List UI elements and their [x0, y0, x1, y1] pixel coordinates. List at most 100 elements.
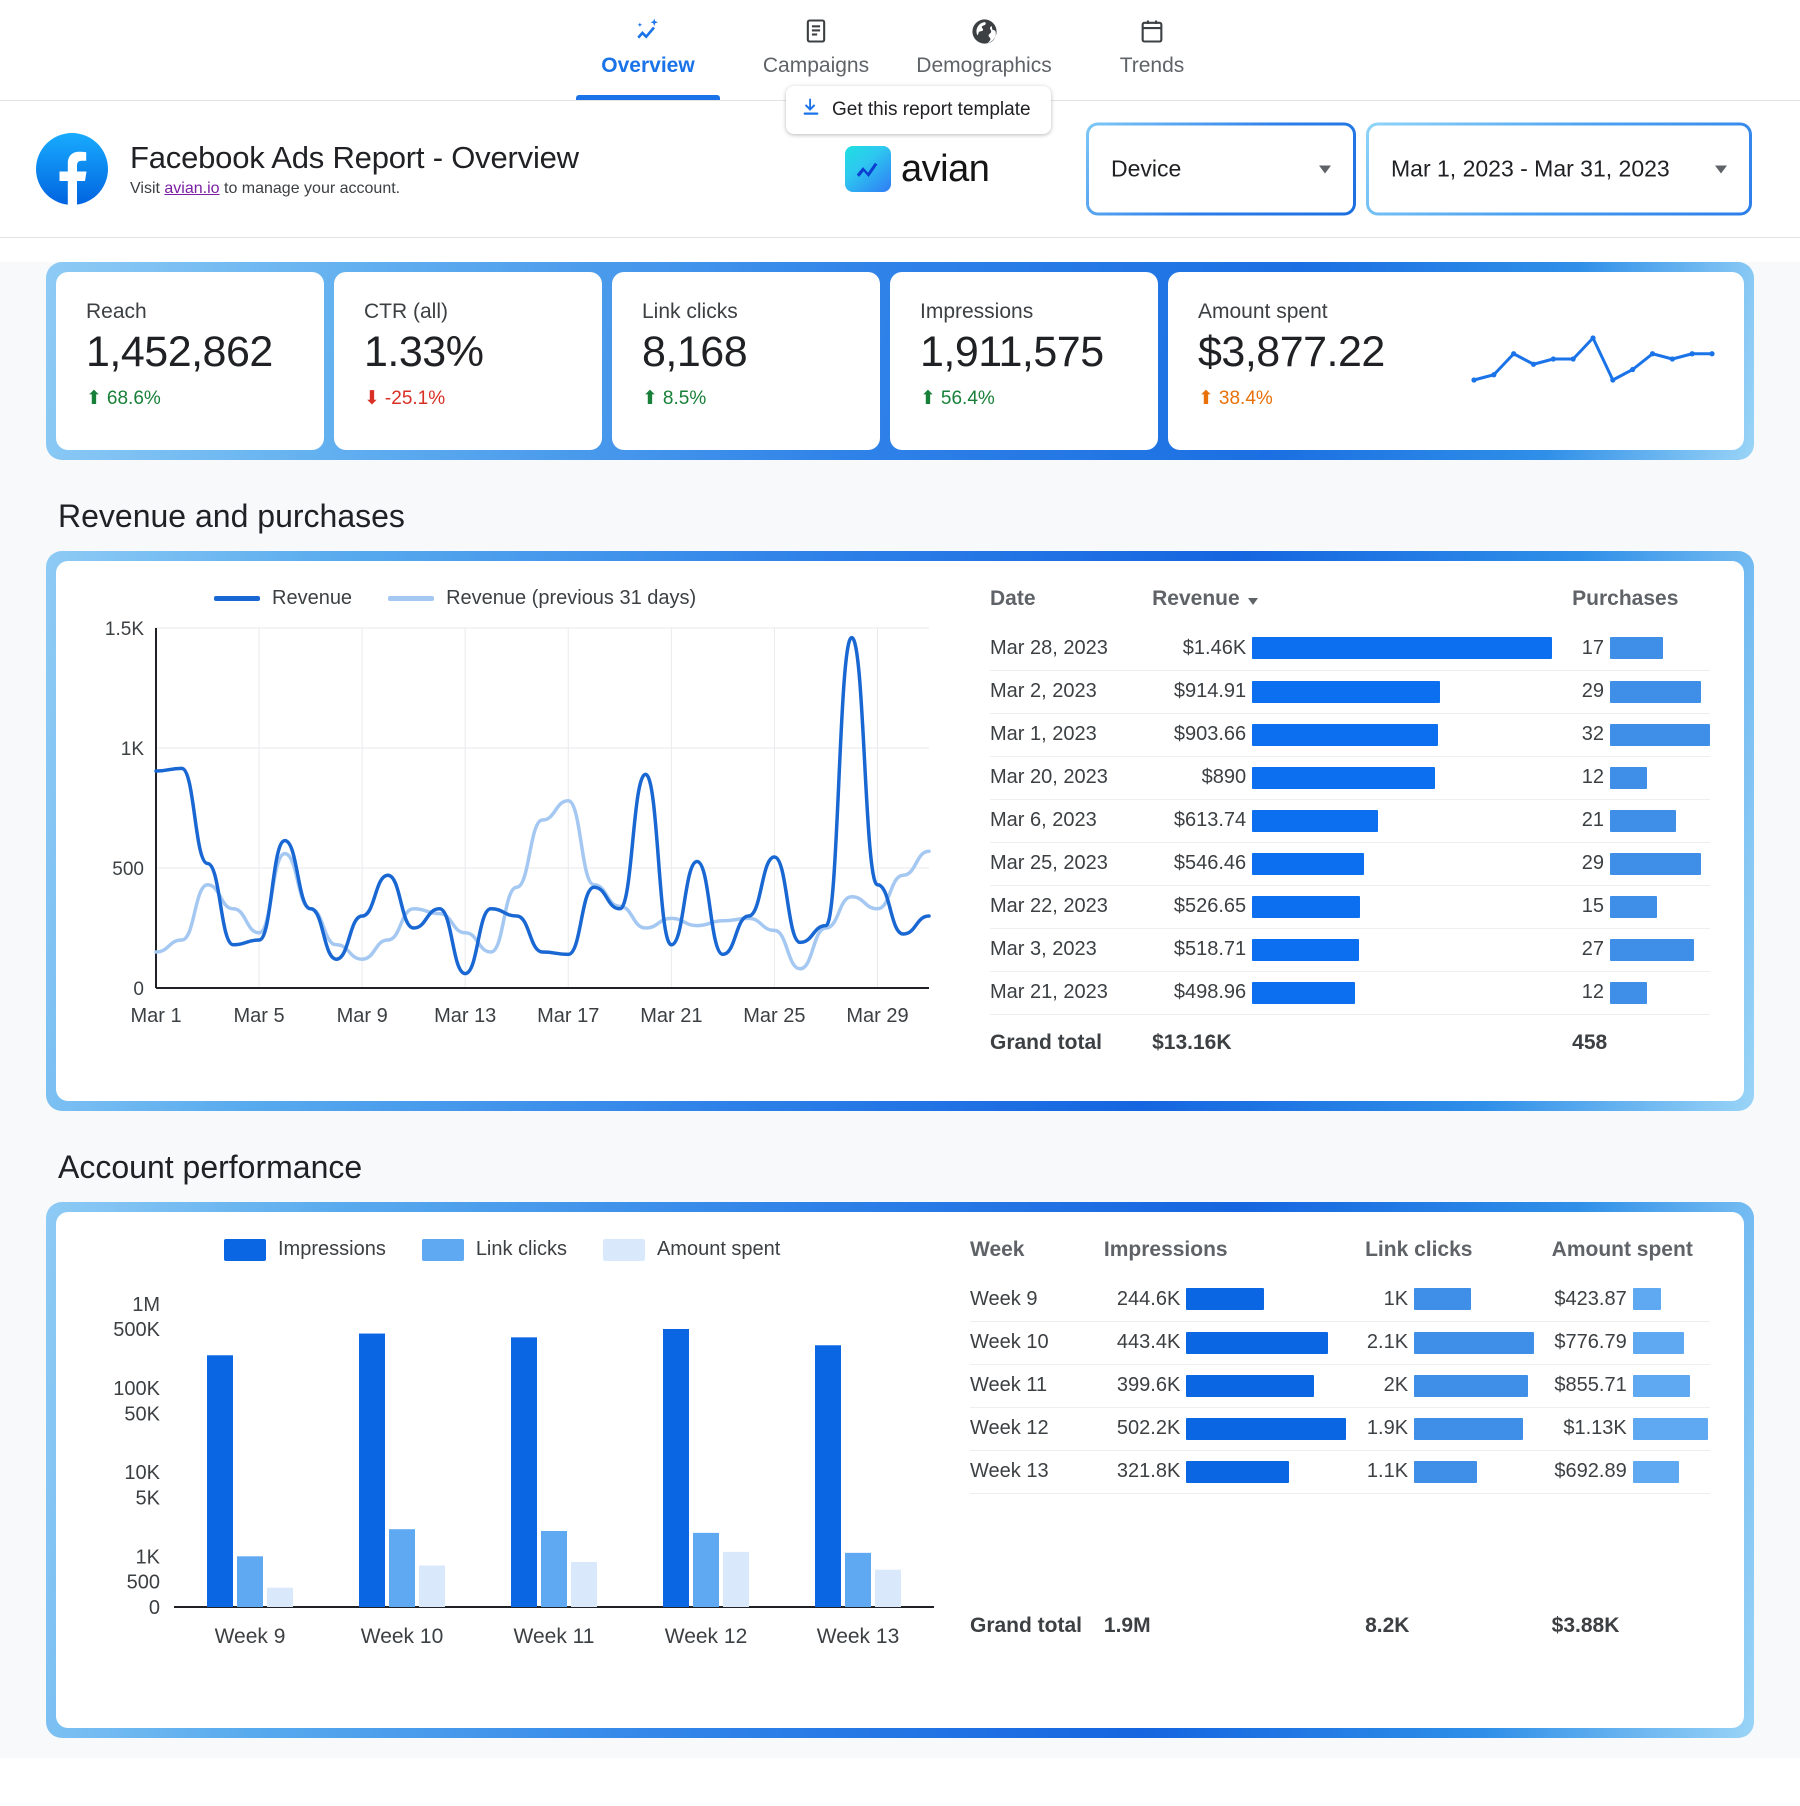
- arrow-up-icon: ⬆: [86, 388, 102, 409]
- svg-text:500: 500: [112, 859, 144, 880]
- get-report-template-button[interactable]: Get this report template: [786, 86, 1051, 134]
- cell-revenue-bar: [1252, 971, 1553, 1015]
- arrow-up-icon: ⬆: [642, 388, 658, 409]
- cell-date: Mar 3, 2023: [990, 928, 1153, 972]
- delta-value: 38.4%: [1218, 387, 1273, 409]
- svg-text:500K: 500K: [113, 1319, 160, 1341]
- cell-spent-bar: [1632, 1321, 1710, 1365]
- cell-impressions-bar: [1186, 1364, 1352, 1408]
- facebook-logo-icon: [36, 133, 108, 205]
- scorecard-impressions[interactable]: Impressions 1,911,575 ⬆ 56.4%: [890, 272, 1158, 450]
- scorecard-amount-spent[interactable]: Amount spent $3,877.22 ⬆ 38.4%: [1168, 272, 1744, 450]
- avian-link[interactable]: avian.io: [164, 180, 219, 197]
- cell-clicks: 2.1K: [1351, 1321, 1415, 1365]
- cell-clicks: 1K: [1351, 1278, 1415, 1322]
- table-row[interactable]: Mar 20, 2023 $890 12: [990, 756, 1710, 800]
- svg-text:Mar 17: Mar 17: [537, 1005, 599, 1027]
- tab-label: Trends: [1119, 54, 1185, 77]
- table-row[interactable]: Week 11 399.6K 2K $855.71: [970, 1364, 1710, 1408]
- legend-item-revenue-previous[interactable]: Revenue (previous 31 days): [388, 587, 696, 610]
- table-row[interactable]: Mar 6, 2023 $613.74 21: [990, 799, 1710, 843]
- table-row[interactable]: Mar 3, 2023 $518.71 27: [990, 928, 1710, 972]
- cell-impressions: 321.8K: [1103, 1450, 1187, 1494]
- svg-text:500: 500: [127, 1572, 160, 1594]
- cell-clicks-bar: [1414, 1321, 1538, 1365]
- table-row[interactable]: Week 13 321.8K 1.1K $692.89: [970, 1450, 1710, 1494]
- device-filter-dropdown[interactable]: Device: [1086, 123, 1356, 216]
- tab-campaigns[interactable]: Campaigns: [732, 0, 900, 100]
- cell-clicks-bar: [1414, 1407, 1538, 1451]
- column-revenue[interactable]: Revenue: [1152, 587, 1552, 627]
- cell-revenue-bar: [1252, 756, 1553, 800]
- device-filter-label: Device: [1111, 155, 1182, 182]
- tab-demographics[interactable]: Demographics: [900, 0, 1068, 100]
- cell-revenue: $518.71: [1152, 928, 1253, 972]
- report-title-block: Facebook Ads Report - Overview Visit avi…: [130, 140, 579, 198]
- date-range-picker[interactable]: Mar 1, 2023 - Mar 31, 2023: [1366, 123, 1752, 216]
- cell-date: Mar 21, 2023: [990, 971, 1153, 1015]
- date-range-label: Mar 1, 2023 - Mar 31, 2023: [1391, 155, 1670, 182]
- svg-text:Mar 29: Mar 29: [846, 1005, 908, 1027]
- cell-date: Mar 28, 2023: [990, 627, 1153, 671]
- column-impressions[interactable]: Impressions: [1104, 1238, 1351, 1278]
- legend-item-impressions[interactable]: Impressions: [224, 1238, 386, 1261]
- column-amount-spent[interactable]: Amount spent: [1538, 1238, 1710, 1278]
- scorecard-link-clicks[interactable]: Link clicks 8,168 ⬆ 8.5%: [612, 272, 880, 450]
- delta-value: -25.1%: [384, 387, 446, 409]
- column-link-clicks[interactable]: Link clicks: [1351, 1238, 1538, 1278]
- analytics-sparkle-icon: [633, 14, 663, 48]
- cell-week: Week 10: [970, 1321, 1104, 1365]
- legend-item-link-clicks[interactable]: Link clicks: [421, 1238, 567, 1261]
- cell-purchases: 32: [1552, 713, 1610, 757]
- table-row[interactable]: Week 9 244.6K 1K $423.87: [970, 1278, 1710, 1322]
- cell-spent-bar: [1632, 1278, 1710, 1322]
- cell-clicks-bar: [1414, 1278, 1538, 1322]
- cell-purchases: 27: [1552, 928, 1610, 972]
- grand-total-revenue: $13.16K: [1152, 1030, 1232, 1054]
- sort-descending-icon: [1247, 598, 1258, 605]
- legend-label: Amount spent: [656, 1238, 781, 1260]
- revenue-line-plot: 0 500 1K 1.5K Mar 1 Mar 5 Mar 9 Mar 13 Mar 17 Mar…: [105, 619, 931, 1027]
- table-row[interactable]: Mar 25, 2023 $546.46 29: [990, 842, 1710, 886]
- cell-week: Week 12: [970, 1407, 1104, 1451]
- column-date[interactable]: Date: [990, 587, 1152, 627]
- cell-clicks: 1.1K: [1351, 1450, 1415, 1494]
- table-row[interactable]: Mar 1, 2023 $903.66 32: [990, 713, 1710, 757]
- table-row[interactable]: Mar 21, 2023 $498.96 12: [990, 971, 1710, 1015]
- svg-text:50K: 50K: [124, 1403, 160, 1425]
- grand-total-clicks: 8.2K: [1365, 1613, 1410, 1637]
- legend-item-revenue[interactable]: Revenue: [214, 587, 352, 610]
- column-revenue-label: Revenue: [1152, 587, 1240, 610]
- table-row[interactable]: Week 10 443.4K 2.1K $776.79: [970, 1321, 1710, 1365]
- arrow-up-icon: ⬆: [1198, 388, 1214, 409]
- report-header: Facebook Ads Report - Overview Visit avi…: [0, 86, 1800, 238]
- calendar-icon: [1138, 14, 1166, 48]
- column-week[interactable]: Week: [970, 1238, 1104, 1278]
- scorecard-ctr[interactable]: CTR (all) 1.33% ⬇ -25.1%: [334, 272, 602, 450]
- cell-impressions-bar: [1186, 1278, 1352, 1322]
- column-purchases[interactable]: Purchases: [1552, 587, 1710, 627]
- scorecard-reach[interactable]: Reach 1,452,862 ⬆ 68.6%: [56, 272, 324, 450]
- cell-revenue: $546.46: [1152, 842, 1253, 886]
- cell-purchases-bar: [1609, 971, 1710, 1015]
- tab-label: Demographics: [916, 54, 1052, 77]
- tab-overview[interactable]: Overview: [564, 0, 732, 100]
- table-row[interactable]: Mar 22, 2023 $526.65 15: [990, 885, 1710, 929]
- scorecard-value: 1.33%: [364, 328, 484, 376]
- cell-purchases-bar: [1609, 670, 1710, 714]
- cell-revenue: $526.65: [1152, 885, 1253, 929]
- tab-trends[interactable]: Trends: [1068, 0, 1236, 100]
- table-row[interactable]: Mar 2, 2023 $914.91 29: [990, 670, 1710, 714]
- scorecard-delta: ⬆ 8.5%: [642, 387, 880, 410]
- cell-revenue-bar: [1252, 842, 1553, 886]
- cell-impressions-bar: [1186, 1321, 1352, 1365]
- performance-chart: Impressions Link clicks Amount spent 0 50…: [56, 1212, 946, 1728]
- table-row[interactable]: Mar 28, 2023 $1.46K 17: [990, 627, 1710, 671]
- legend-item-amount-spent[interactable]: Amount spent: [602, 1238, 781, 1261]
- table-row[interactable]: Week 12 502.2K 1.9K $1.13K: [970, 1407, 1710, 1451]
- svg-text:Mar 1: Mar 1: [130, 1005, 181, 1027]
- performance-panel: Impressions Link clicks Amount spent 0 50…: [56, 1212, 1744, 1728]
- scorecard-row: Reach 1,452,862 ⬆ 68.6% CTR (all) 1.33% …: [46, 262, 1754, 460]
- cell-impressions: 399.6K: [1103, 1364, 1187, 1408]
- cell-spent: $855.71: [1537, 1364, 1633, 1408]
